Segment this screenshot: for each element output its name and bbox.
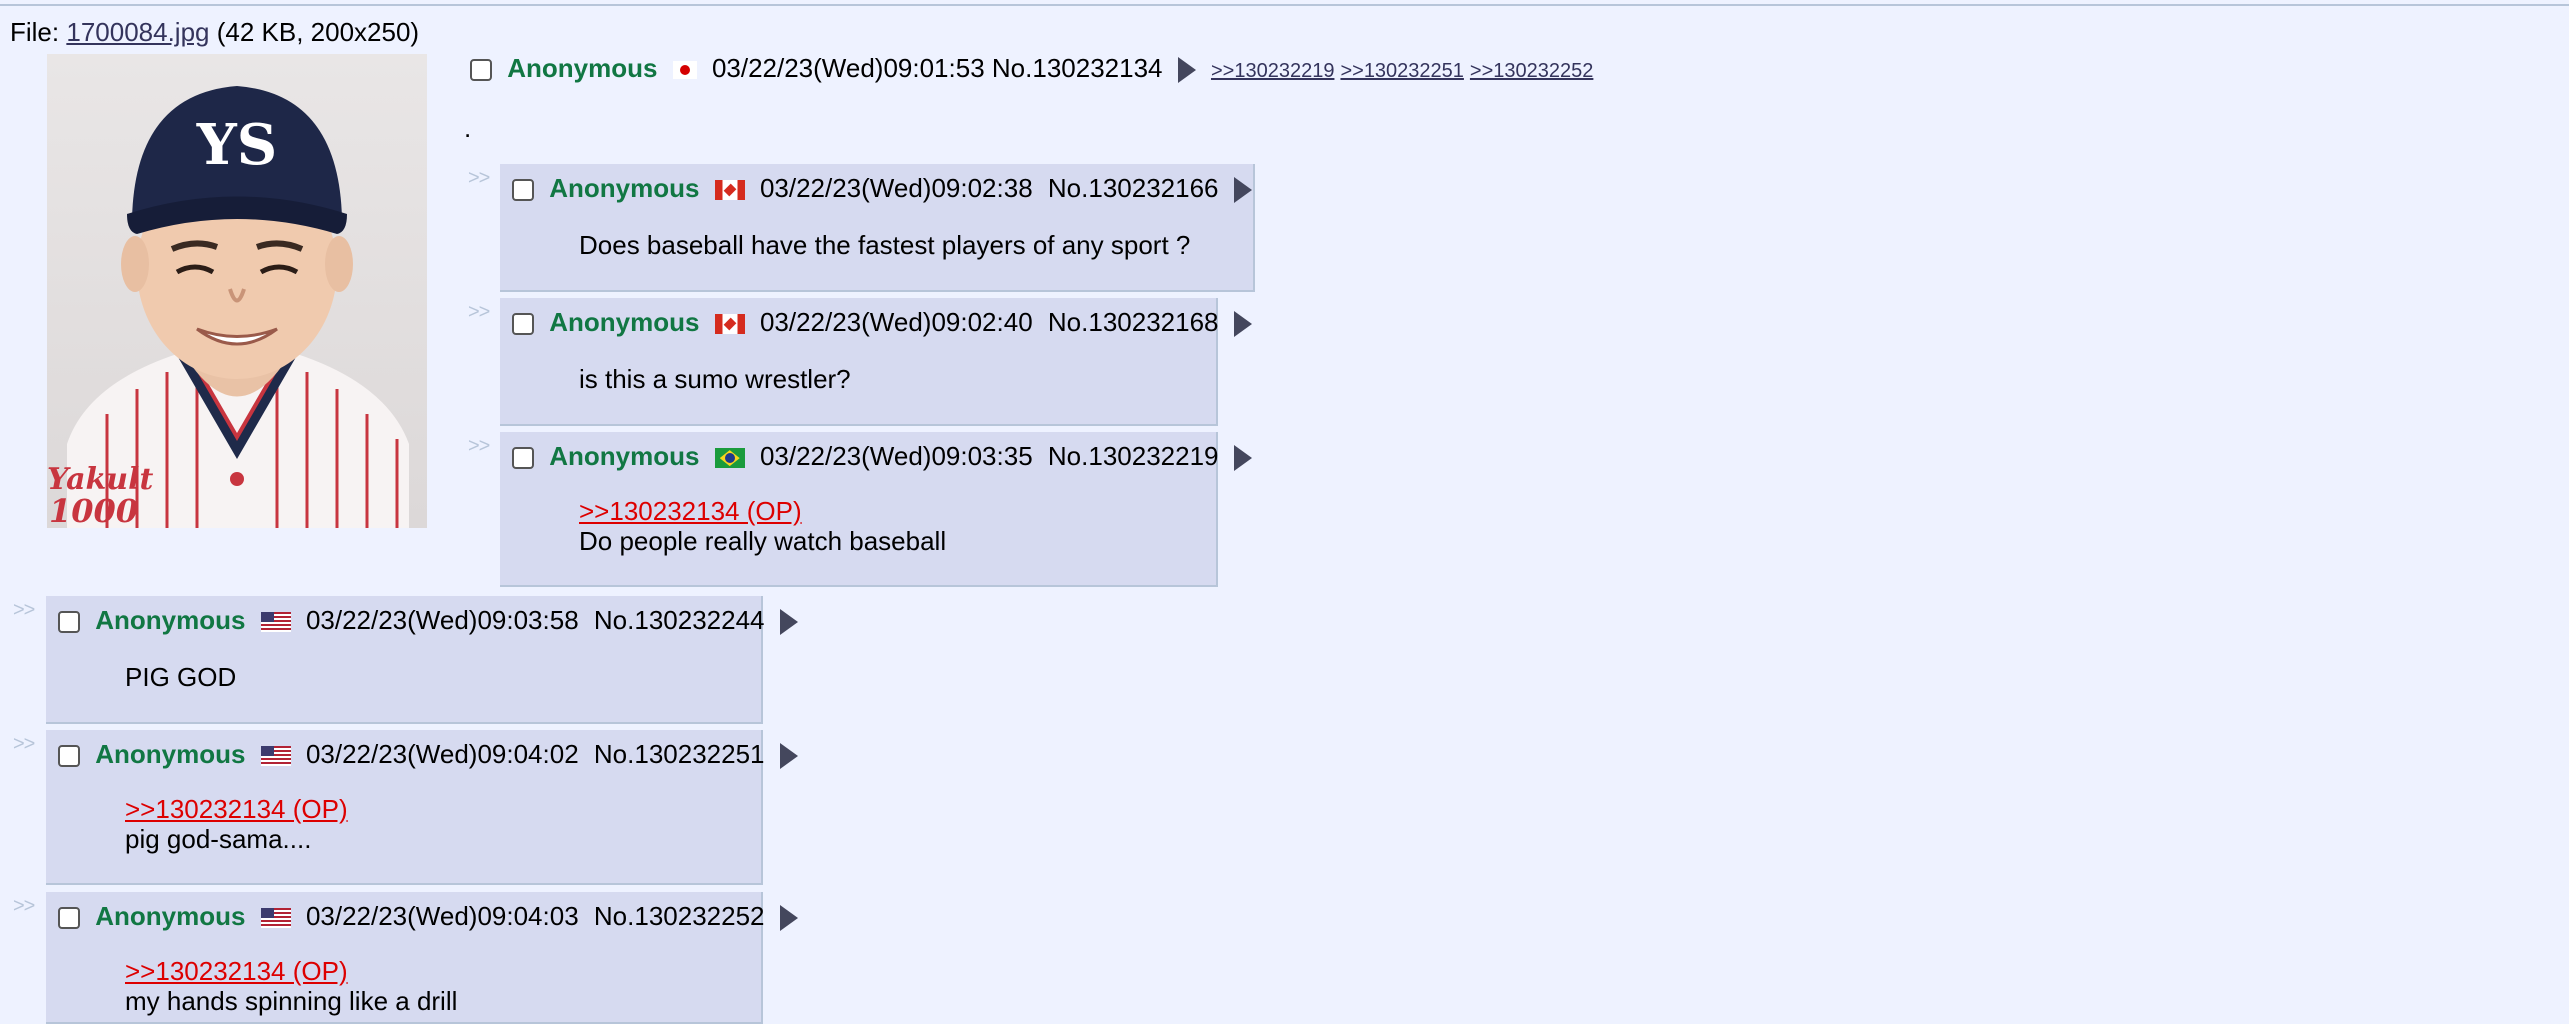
flag-usa-icon — [260, 908, 291, 929]
reply-post: Anonymous 03/22/23(Wed)09:02:38 No.13023… — [500, 164, 1255, 292]
flag-usa-icon — [260, 612, 291, 633]
post-number[interactable]: No.130232251 — [594, 739, 765, 769]
post-number[interactable]: No.130232219 — [1048, 441, 1219, 471]
reply-select-checkbox[interactable] — [58, 611, 80, 634]
op-image-thumbnail[interactable]: YS Yakult 1000 — [47, 54, 427, 528]
side-arrows: >> — [468, 435, 490, 457]
flag-usa-icon — [260, 746, 291, 767]
top-divider — [0, 4, 2569, 6]
reply-post: Anonymous 03/22/23(Wed)09:04:02 No.13023… — [46, 730, 798, 885]
reply-post-info: Anonymous 03/22/23(Wed)09:04:02 No.13023… — [58, 738, 806, 770]
post-datetime: 03/22/23(Wed)09:03:58 — [305, 605, 579, 635]
poster-name: Anonymous — [549, 441, 700, 471]
svg-text:YS: YS — [196, 112, 277, 178]
reply-select-checkbox[interactable] — [512, 313, 534, 336]
reply-post-info: Anonymous 03/22/23(Wed)09:04:03 No.13023… — [58, 900, 806, 932]
file-info: File: 1700084.jpg (42 KB, 200x250) — [10, 16, 419, 48]
post-menu-arrow-icon[interactable] — [1233, 311, 1252, 338]
reply-select-checkbox[interactable] — [512, 447, 534, 470]
post-datetime: 03/22/23(Wed)09:02:40 — [759, 307, 1033, 337]
backlink[interactable]: >>130232219 — [1211, 60, 1334, 82]
post-menu-arrow-icon[interactable] — [779, 609, 798, 636]
reply-post: Anonymous 03/22/23(Wed)09:02:40 No.13023… — [500, 298, 1252, 426]
post-menu-arrow-icon[interactable] — [779, 905, 798, 932]
poster-name: Anonymous — [95, 901, 246, 931]
post-datetime: 03/22/23(Wed)09:02:38 — [759, 173, 1033, 203]
post-message: pig god-sama.... — [125, 824, 312, 854]
op-datetime: 03/22/23(Wed)09:01:53 — [711, 53, 985, 83]
post-number[interactable]: No.130232168 — [1048, 307, 1219, 337]
reply-post-info: Anonymous 03/22/23(Wed)09:02:38 No.13023… — [512, 172, 1260, 204]
post-message: PIG GOD — [125, 662, 237, 692]
reply-select-checkbox[interactable] — [58, 907, 80, 930]
flag-japan-icon — [672, 61, 697, 80]
poster-name: Anonymous — [95, 605, 246, 635]
post-number[interactable]: No.130232252 — [594, 901, 765, 931]
post-menu-arrow-icon[interactable] — [1233, 445, 1252, 472]
reply-post-info: Anonymous 03/22/23(Wed)09:03:35 No.13023… — [512, 440, 1260, 472]
reply-post-info: Anonymous 03/22/23(Wed)09:02:40 No.13023… — [512, 306, 1260, 338]
op-poster-name: Anonymous — [507, 53, 658, 83]
post-menu-arrow-icon[interactable] — [1233, 177, 1252, 204]
backlink[interactable]: >>130232252 — [1470, 60, 1593, 82]
op-backlinks: >>130232219 >>130232251 >>130232252 — [1211, 60, 1599, 82]
post-message: Does baseball have the fastest players o… — [579, 230, 1191, 260]
file-meta: (42 KB, 200x250) — [216, 17, 420, 47]
quote-link[interactable]: >>130232134 (OP) — [125, 956, 457, 986]
reply-select-checkbox[interactable] — [512, 179, 534, 202]
side-arrows: >> — [13, 599, 35, 621]
post-message: my hands spinning like a drill — [125, 986, 458, 1016]
quote-link[interactable]: >>130232134 (OP) — [579, 496, 946, 526]
op-post-number[interactable]: No.130232134 — [992, 53, 1163, 83]
file-link[interactable]: 1700084.jpg — [66, 17, 209, 47]
backlink[interactable]: >>130232251 — [1340, 60, 1463, 82]
reply-post: Anonymous 03/22/23(Wed)09:03:35 No.13023… — [500, 432, 1252, 587]
flag-brazil-icon — [714, 448, 745, 469]
svg-text:1000: 1000 — [49, 492, 138, 528]
op-select-checkbox[interactable] — [470, 59, 492, 82]
flag-canada-icon — [714, 314, 745, 335]
post-message: is this a sumo wrestler? — [579, 364, 851, 394]
side-arrows: >> — [13, 733, 35, 755]
post-message-block: >>130232134 (OP) my hands spinning like … — [125, 956, 457, 1016]
flag-canada-icon — [714, 180, 745, 201]
side-arrows: >> — [468, 301, 490, 323]
post-menu-arrow-icon[interactable] — [779, 743, 798, 770]
op-message: . — [464, 113, 472, 143]
post-message: Do people really watch baseball — [579, 526, 947, 556]
reply-post: Anonymous 03/22/23(Wed)09:03:58 No.13023… — [46, 596, 798, 724]
post-number[interactable]: No.130232166 — [1048, 173, 1219, 203]
poster-name: Anonymous — [95, 739, 246, 769]
post-menu-arrow-icon[interactable] — [1177, 57, 1196, 84]
post-message-block: >>130232134 (OP) pig god-sama.... — [125, 794, 348, 854]
side-arrows: >> — [13, 895, 35, 917]
quote-link[interactable]: >>130232134 (OP) — [125, 794, 348, 824]
file-label: File: — [10, 17, 60, 47]
post-number[interactable]: No.130232244 — [594, 605, 765, 635]
post-datetime: 03/22/23(Wed)09:03:35 — [759, 441, 1033, 471]
reply-post: Anonymous 03/22/23(Wed)09:04:03 No.13023… — [46, 892, 798, 1024]
reply-select-checkbox[interactable] — [58, 745, 80, 768]
post-datetime: 03/22/23(Wed)09:04:02 — [305, 739, 579, 769]
op-post-info: Anonymous 03/22/23(Wed)09:01:53 No.13023… — [470, 52, 1607, 87]
poster-name: Anonymous — [549, 173, 700, 203]
side-arrows: >> — [468, 167, 490, 189]
reply-post-info: Anonymous 03/22/23(Wed)09:03:58 No.13023… — [58, 604, 806, 636]
poster-name: Anonymous — [549, 307, 700, 337]
post-message-block: >>130232134 (OP) Do people really watch … — [579, 496, 946, 556]
post-datetime: 03/22/23(Wed)09:04:03 — [305, 901, 579, 931]
